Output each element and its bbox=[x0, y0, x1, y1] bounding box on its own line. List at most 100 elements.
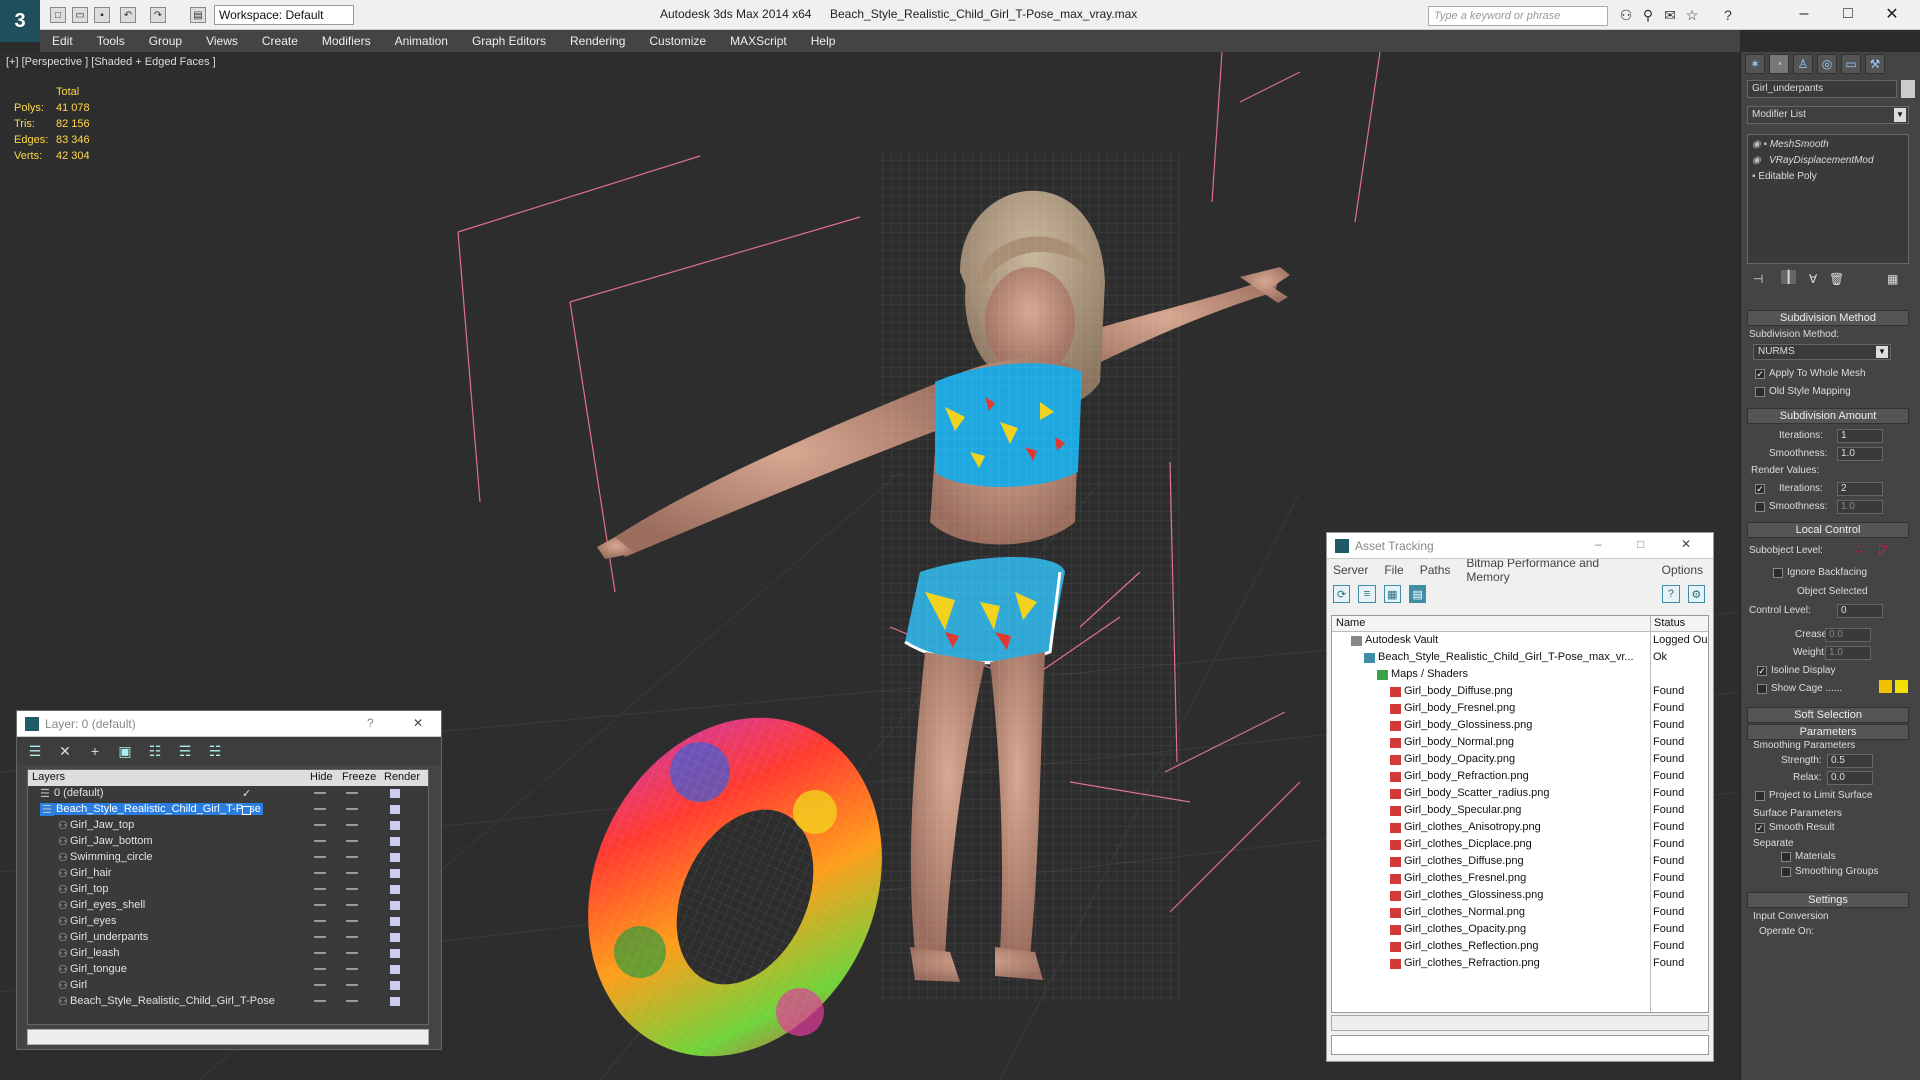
ignore-backfacing-checkbox[interactable] bbox=[1773, 568, 1783, 578]
project-folder-icon[interactable]: ▤ bbox=[190, 7, 206, 23]
horizontal-scrollbar[interactable] bbox=[27, 1029, 429, 1045]
project-limit-checkbox[interactable] bbox=[1755, 791, 1765, 801]
freeze-toggle[interactable] bbox=[346, 808, 358, 810]
freeze-toggle[interactable] bbox=[346, 824, 358, 826]
menu-customize[interactable]: Customize bbox=[637, 34, 718, 48]
highlight-layer-icon[interactable]: ☷ bbox=[147, 743, 163, 759]
asset-row[interactable]: Girl_body_Refraction.png Found bbox=[1332, 768, 1708, 785]
freeze-toggle[interactable] bbox=[346, 984, 358, 986]
asset-row[interactable]: Girl_clothes_Fresnel.png Found bbox=[1332, 870, 1708, 887]
layer-row[interactable]: ⚇ Girl bbox=[28, 978, 428, 994]
smoothing-groups-checkbox[interactable] bbox=[1781, 867, 1791, 877]
menu-options[interactable]: Options bbox=[1662, 563, 1703, 577]
layer-name[interactable]: Girl_tongue bbox=[70, 963, 127, 975]
freeze-toggle[interactable] bbox=[346, 872, 358, 874]
render-teapot-icon[interactable] bbox=[390, 821, 400, 830]
freeze-column-header[interactable]: Freeze bbox=[342, 771, 376, 783]
smooth-result-checkbox[interactable]: ✓ bbox=[1755, 823, 1765, 833]
layer-row[interactable]: ⚇ Girl_top bbox=[28, 882, 428, 898]
menu-edit[interactable]: Edit bbox=[40, 34, 85, 48]
subscription-icon[interactable]: ⚲ bbox=[1640, 7, 1656, 23]
app-logo-icon[interactable]: 3 bbox=[0, 0, 40, 42]
maximize-button[interactable]: □ bbox=[1637, 537, 1644, 551]
menu-help[interactable]: Help bbox=[799, 34, 848, 48]
remove-modifier-icon[interactable]: 🗑 bbox=[1829, 272, 1844, 286]
menu-paths[interactable]: Paths bbox=[1420, 563, 1451, 577]
menu-server[interactable]: Server bbox=[1333, 563, 1368, 577]
render-teapot-icon[interactable] bbox=[390, 981, 400, 990]
cage-selected-color-swatch[interactable] bbox=[1895, 680, 1908, 693]
menu-animation[interactable]: Animation bbox=[383, 34, 460, 48]
hierarchy-tab-icon[interactable]: ♙ bbox=[1793, 54, 1813, 74]
relax-spinner[interactable]: 0.0 bbox=[1827, 771, 1873, 785]
add-selection-icon[interactable]: + bbox=[87, 743, 103, 759]
materials-checkbox[interactable] bbox=[1781, 852, 1791, 862]
delete-layer-icon[interactable]: ✕ bbox=[57, 743, 73, 759]
asset-row[interactable]: Girl_clothes_Opacity.png Found bbox=[1332, 921, 1708, 938]
hide-toggle[interactable] bbox=[314, 824, 326, 826]
render-teapot-icon[interactable] bbox=[390, 885, 400, 894]
stack-item-meshsmooth[interactable]: ◉ ▪ MeshSmooth bbox=[1752, 139, 1829, 150]
menu-graph-editors[interactable]: Graph Editors bbox=[460, 34, 558, 48]
isoline-display-checkbox[interactable]: ✓ bbox=[1757, 666, 1767, 676]
hide-toggle[interactable] bbox=[314, 984, 326, 986]
menu-bitmap-performance[interactable]: Bitmap Performance and Memory bbox=[1466, 556, 1645, 584]
layers-column-header[interactable]: Layers bbox=[32, 771, 65, 783]
stack-item-editable-poly[interactable]: ▪ Editable Poly bbox=[1752, 171, 1817, 182]
new-file-icon[interactable]: □ bbox=[50, 7, 66, 23]
asset-row[interactable]: Girl_body_Glossiness.png Found bbox=[1332, 717, 1708, 734]
layer-row[interactable]: ⚇ Girl_eyes bbox=[28, 914, 428, 930]
make-current-box[interactable] bbox=[242, 806, 251, 815]
select-objects-icon[interactable]: ▣ bbox=[117, 743, 133, 759]
utilities-tab-icon[interactable]: ⚒ bbox=[1865, 54, 1885, 74]
viewport-label[interactable]: [+] [Perspective ] [Shaded + Edged Faces… bbox=[6, 56, 216, 68]
object-name-field[interactable]: Girl_underpants bbox=[1747, 80, 1897, 98]
rollout-local-control[interactable]: Local Control bbox=[1747, 522, 1909, 538]
refresh-icon[interactable]: ⟳ bbox=[1333, 585, 1351, 603]
layer-name[interactable]: Girl_leash bbox=[70, 947, 120, 959]
layer-row[interactable]: ☰ 0 (default) ✓ bbox=[28, 786, 428, 802]
menu-file[interactable]: File bbox=[1384, 563, 1403, 577]
asset-row[interactable]: Girl_body_Normal.png Found bbox=[1332, 734, 1708, 751]
column-divider[interactable] bbox=[1650, 616, 1651, 1012]
menu-modifiers[interactable]: Modifiers bbox=[310, 34, 383, 48]
layer-name[interactable]: Girl_eyes_shell bbox=[70, 899, 145, 911]
asset-row[interactable]: Autodesk Vault Logged Ou bbox=[1332, 632, 1708, 649]
layer-row[interactable]: ⚇ Swimming_circle bbox=[28, 850, 428, 866]
asset-row[interactable]: Beach_Style_Realistic_Child_Girl_T-Pose_… bbox=[1332, 649, 1708, 666]
render-iterations-checkbox[interactable]: ✓ bbox=[1755, 484, 1765, 494]
layer-row[interactable]: ⚇ Girl_leash bbox=[28, 946, 428, 962]
layer-name[interactable]: Girl_Jaw_top bbox=[70, 819, 134, 831]
name-column-header[interactable]: Name bbox=[1336, 617, 1365, 629]
help-button[interactable]: ? bbox=[367, 716, 374, 730]
layer-window-titlebar[interactable]: Layer: 0 (default) ? ✕ bbox=[17, 711, 441, 737]
search-input[interactable]: Type a keyword or phrase bbox=[1428, 6, 1608, 26]
layer-name[interactable]: Girl_hair bbox=[70, 867, 112, 879]
modifier-list-dropdown[interactable]: Modifier List ▼ bbox=[1747, 106, 1909, 124]
hide-toggle[interactable] bbox=[314, 792, 326, 794]
layer-row[interactable]: ⚇ Girl_Jaw_top bbox=[28, 818, 428, 834]
maximize-button[interactable]: □ bbox=[1826, 2, 1870, 26]
modifier-stack[interactable]: ◉ ▪ MeshSmooth ◉ VRayDisplacementMod ▪ E… bbox=[1747, 134, 1909, 264]
object-color-swatch[interactable] bbox=[1901, 80, 1915, 98]
current-layer-check-icon[interactable]: ✓ bbox=[242, 787, 251, 800]
iterations-spinner[interactable]: 1 bbox=[1837, 429, 1883, 443]
render-teapot-icon[interactable] bbox=[390, 837, 400, 846]
table-view-icon[interactable]: ▤ bbox=[1408, 585, 1427, 603]
close-button[interactable]: ✕ bbox=[413, 716, 423, 730]
freeze-toggle[interactable] bbox=[346, 888, 358, 890]
hide-toggle[interactable] bbox=[314, 808, 326, 810]
hide-toggle[interactable] bbox=[314, 952, 326, 954]
layer-name[interactable]: Beach_Style_Realistic_Child_Girl_T-Pose bbox=[70, 995, 275, 1007]
asset-row[interactable]: Girl_body_Diffuse.png Found bbox=[1332, 683, 1708, 700]
vertex-level-icon[interactable]: ∴ bbox=[1855, 542, 1863, 558]
asset-row[interactable]: Maps / Shaders bbox=[1332, 666, 1708, 683]
asset-row[interactable]: Girl_clothes_Reflection.png Found bbox=[1332, 938, 1708, 955]
layer-row[interactable]: ☰ Beach_Style_Realistic_Child_Girl_T-Pose bbox=[28, 802, 428, 818]
undo-icon[interactable]: ↶ bbox=[120, 7, 136, 23]
freeze-toggle[interactable] bbox=[346, 792, 358, 794]
freeze-all-icon[interactable]: ☵ bbox=[207, 743, 223, 759]
hide-toggle[interactable] bbox=[314, 920, 326, 922]
hide-toggle[interactable] bbox=[314, 872, 326, 874]
freeze-toggle[interactable] bbox=[346, 1000, 358, 1002]
